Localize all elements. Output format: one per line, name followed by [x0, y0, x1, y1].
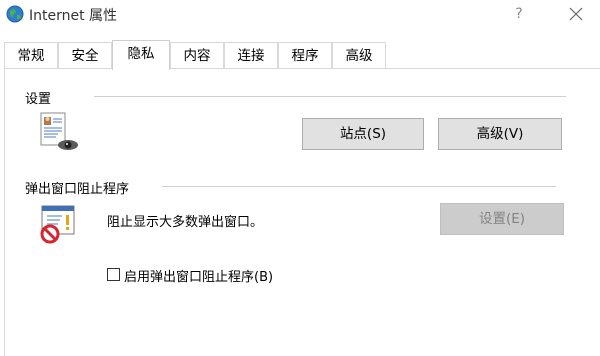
enable-popup-blocker-checkbox[interactable] — [107, 268, 120, 281]
popup-settings-button[interactable]: 设置(E) — [440, 203, 564, 235]
enable-popup-blocker-label[interactable]: 启用弹出窗口阻止程序(B) — [124, 266, 273, 285]
tab-general[interactable]: 常规 — [4, 42, 58, 69]
tab-privacy[interactable]: 隐私 — [112, 40, 170, 70]
sites-button[interactable]: 站点(S) — [302, 118, 424, 150]
tab-connections[interactable]: 连接 — [224, 42, 278, 69]
tab-advanced[interactable]: 高级 — [332, 42, 386, 69]
close-icon — [569, 7, 583, 21]
advanced-button[interactable]: 高级(V) — [438, 118, 562, 150]
privacy-document-eye-icon — [40, 112, 78, 150]
popup-blocked-icon — [40, 205, 75, 244]
settings-divider — [94, 96, 566, 97]
title-bar: Internet 属性 ? — [0, 0, 600, 30]
popup-section-title: 弹出窗口阻止程序 — [25, 182, 130, 197]
tab-programs[interactable]: 程序 — [278, 42, 332, 69]
close-button[interactable] — [562, 2, 590, 26]
settings-section-title: 设置 — [25, 92, 52, 107]
tab-strip: 常规 安全 隐私 内容 连接 程序 高级 — [4, 40, 594, 70]
popup-description: 阻止显示大多数弹出窗口。 — [107, 215, 264, 230]
tab-content[interactable]: 内容 — [170, 42, 224, 69]
window-title: Internet 属性 — [29, 8, 118, 24]
tab-security[interactable]: 安全 — [58, 42, 112, 69]
popup-divider — [162, 186, 556, 187]
help-button[interactable]: ? — [505, 0, 533, 28]
internet-globe-icon — [6, 5, 24, 23]
